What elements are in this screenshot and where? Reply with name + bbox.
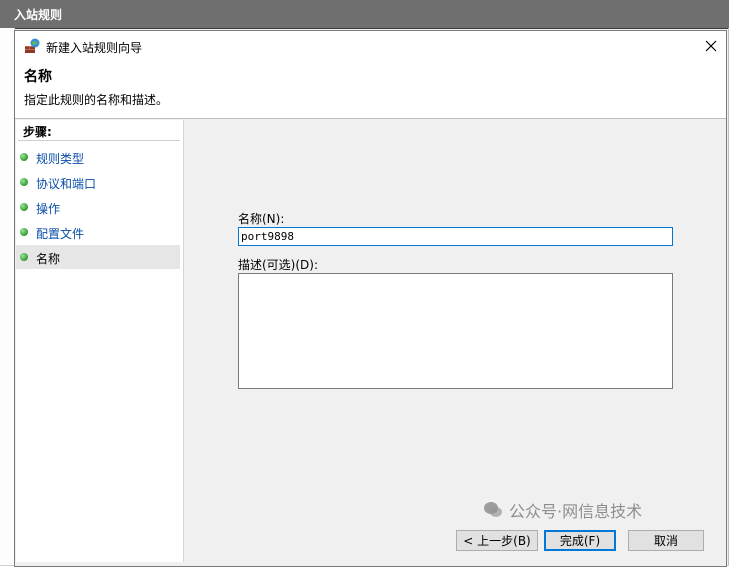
background-left-strip (0, 28, 15, 571)
cancel-button[interactable]: 取消 (628, 530, 704, 551)
step-label[interactable]: 操作 (36, 200, 60, 217)
step-bullet-icon (20, 153, 28, 161)
step-rule-type[interactable]: 规则类型 (16, 145, 180, 169)
back-button[interactable]: < 上一步(B) (456, 530, 538, 551)
background-window-title: 入站规则 (14, 8, 63, 22)
description-textarea[interactable] (238, 273, 673, 389)
description-label: 描述(可选)(D): (238, 258, 319, 272)
step-name: 名称 (16, 245, 180, 269)
step-label[interactable]: 协议和端口 (36, 175, 96, 192)
step-bullet-icon (20, 253, 28, 261)
firewall-icon (24, 38, 40, 54)
step-profile[interactable]: 配置文件 (16, 220, 180, 244)
steps-divider (18, 140, 180, 141)
steps-label: 步骤: (23, 125, 52, 139)
step-label[interactable]: 配置文件 (36, 225, 84, 242)
wizard-dialog: 新建入站规则向导 名称 指定此规则的名称和描述。 步骤: 规则类型 协议和端口 … (14, 30, 727, 567)
background-window-titlebar: 入站规则 (0, 0, 729, 29)
page-description: 指定此规则的名称和描述。 (24, 93, 169, 107)
dialog-title: 新建入站规则向导 (46, 41, 143, 55)
step-action[interactable]: 操作 (16, 195, 180, 219)
step-bullet-icon (20, 178, 28, 186)
wizard-header: 名称 指定此规则的名称和描述。 (15, 61, 726, 119)
step-bullet-icon (20, 203, 28, 211)
steps-panel: 步骤: 规则类型 协议和端口 操作 配置文件 名称 (16, 120, 184, 562)
step-label[interactable]: 规则类型 (36, 150, 84, 167)
close-button[interactable] (696, 31, 726, 61)
step-bullet-icon (20, 228, 28, 236)
name-input[interactable] (238, 227, 673, 246)
dialog-titlebar[interactable]: 新建入站规则向导 (15, 31, 726, 61)
content-area: 名称(N): 描述(可选)(D): (185, 120, 726, 562)
page-title: 名称 (24, 69, 52, 85)
name-label: 名称(N): (238, 212, 285, 226)
close-icon (705, 40, 717, 52)
step-label: 名称 (36, 252, 61, 266)
finish-button[interactable]: 完成(F) (544, 530, 616, 551)
step-protocol-ports[interactable]: 协议和端口 (16, 170, 180, 194)
